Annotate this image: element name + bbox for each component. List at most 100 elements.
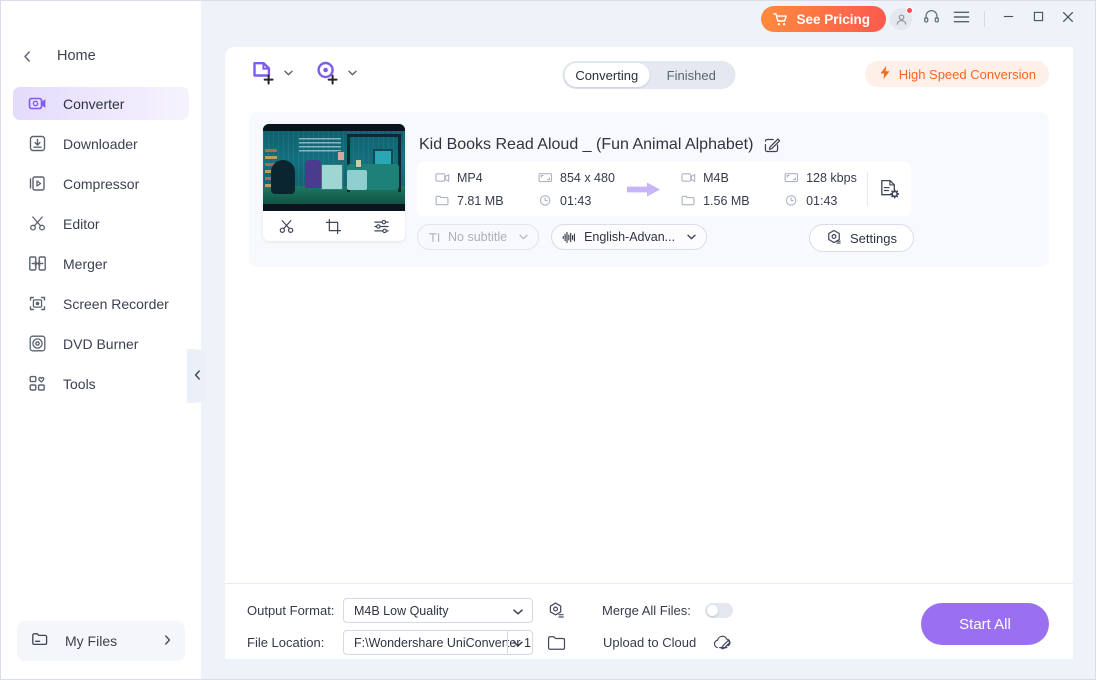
source-resolution-value: 854 x 480 bbox=[560, 170, 615, 185]
effects-icon[interactable] bbox=[373, 218, 390, 235]
merger-icon bbox=[27, 254, 47, 274]
tab-finished[interactable]: Finished bbox=[649, 63, 734, 87]
user-account-icon bbox=[890, 7, 913, 30]
add-disc-icon bbox=[315, 60, 341, 86]
sidebar-collapse-button[interactable] bbox=[171, 349, 207, 403]
chevron-down-icon bbox=[284, 68, 293, 78]
sidebar-item-label: DVD Burner bbox=[63, 335, 139, 352]
resolution-icon bbox=[784, 171, 799, 184]
start-all-button[interactable]: Start All bbox=[921, 603, 1049, 645]
source-duration: 01:43 bbox=[538, 194, 633, 208]
divider bbox=[984, 11, 985, 27]
subtitle-icon bbox=[428, 231, 441, 244]
content-panel: Converting Finished High Speed Conversio… bbox=[225, 47, 1073, 659]
sidebar-item-compressor[interactable]: Compressor bbox=[13, 167, 189, 200]
sidebar-item-label: Compressor bbox=[63, 175, 140, 192]
resolution-icon bbox=[538, 171, 553, 184]
see-pricing-button[interactable]: See Pricing bbox=[761, 6, 886, 32]
video-thumbnail[interactable] bbox=[263, 124, 405, 211]
file-location-value: F:\Wondershare UniConverter 1 bbox=[354, 635, 531, 650]
source-size: 7.81 MB bbox=[435, 194, 530, 208]
edit-pencil-icon[interactable] bbox=[763, 137, 781, 154]
merge-all-files-toggle[interactable] bbox=[704, 603, 733, 618]
tab-converting[interactable]: Converting bbox=[564, 63, 649, 87]
output-format-value: M4B Low Quality bbox=[354, 603, 449, 618]
sidebar-item-tools[interactable]: Tools bbox=[13, 367, 189, 400]
minimize-button[interactable] bbox=[993, 6, 1023, 32]
upload-to-cloud-row[interactable]: Upload to Cloud bbox=[603, 634, 733, 652]
audio-track-select[interactable]: English-Advan... bbox=[551, 224, 708, 250]
video-camera-icon bbox=[435, 171, 450, 184]
conversion-metadata: MP4 854 x 480 7.81 MB 01:43 M4B 128 kbps… bbox=[417, 162, 911, 216]
sidebar-item-downloader[interactable]: Downloader bbox=[13, 127, 189, 160]
video-camera-icon bbox=[681, 171, 696, 184]
cloud-upload-icon[interactable] bbox=[712, 634, 733, 652]
sidebar-item-label: Merger bbox=[63, 255, 108, 272]
target-bitrate: 128 kbps bbox=[784, 171, 879, 185]
trim-icon[interactable] bbox=[278, 218, 295, 235]
output-format-select[interactable]: M4B Low Quality bbox=[343, 598, 533, 623]
arrow-right-icon bbox=[625, 181, 663, 198]
audio-wave-icon bbox=[562, 231, 577, 244]
crop-icon[interactable] bbox=[325, 218, 342, 235]
main-area: See Pricing Converting Finished High Spe… bbox=[201, 1, 1095, 679]
source-duration-value: 01:43 bbox=[560, 193, 592, 208]
headset-icon bbox=[923, 8, 940, 30]
settings-target-icon bbox=[826, 229, 842, 248]
my-files-button[interactable]: My Files bbox=[17, 621, 185, 661]
high-speed-label: High Speed Conversion bbox=[898, 66, 1036, 82]
sidebar-item-dvd-burner[interactable]: DVD Burner bbox=[13, 327, 189, 360]
sidebar-item-label: Tools bbox=[63, 375, 96, 392]
home-nav[interactable]: Home bbox=[1, 39, 201, 73]
sidebar-item-editor[interactable]: Editor bbox=[13, 207, 189, 240]
folder-icon bbox=[31, 630, 49, 653]
merge-all-files-row: Merge All Files: bbox=[602, 603, 733, 618]
sidebar-item-label: Converter bbox=[63, 95, 125, 112]
sidebar-item-label: Downloader bbox=[63, 135, 138, 152]
settings-button[interactable]: Settings bbox=[809, 224, 914, 252]
sidebar-item-screen-recorder[interactable]: Screen Recorder bbox=[13, 287, 189, 320]
target-duration-value: 01:43 bbox=[806, 193, 838, 208]
track-selectors: No subtitle English-Advan... bbox=[417, 224, 708, 250]
account-button[interactable] bbox=[886, 6, 916, 32]
compressor-icon bbox=[27, 174, 47, 194]
tools-grid-icon bbox=[27, 374, 47, 394]
chevron-down-icon bbox=[519, 232, 528, 242]
disc-icon bbox=[27, 334, 47, 354]
folder-icon bbox=[681, 194, 696, 207]
chevron-down-icon bbox=[687, 232, 696, 242]
home-label: Home bbox=[57, 48, 96, 64]
source-metadata: MP4 854 x 480 7.81 MB 01:43 bbox=[435, 171, 625, 208]
menu-button[interactable] bbox=[946, 6, 976, 32]
add-files-button[interactable] bbox=[251, 60, 293, 86]
folder-icon bbox=[435, 194, 450, 207]
file-title: Kid Books Read Aloud _ (Fun Animal Alpha… bbox=[419, 136, 754, 153]
folder-open-icon[interactable] bbox=[547, 634, 567, 652]
high-speed-conversion-button[interactable]: High Speed Conversion bbox=[864, 61, 1049, 87]
title-bar: See Pricing bbox=[201, 1, 1095, 37]
support-button[interactable] bbox=[916, 6, 946, 32]
target-bitrate-value: 128 kbps bbox=[806, 170, 857, 185]
add-disc-button[interactable] bbox=[315, 60, 357, 86]
target-format: M4B bbox=[681, 171, 776, 185]
maximize-button[interactable] bbox=[1023, 6, 1053, 32]
close-button[interactable] bbox=[1053, 6, 1083, 32]
chevron-down-icon bbox=[513, 599, 523, 622]
maximize-icon bbox=[1032, 10, 1045, 28]
chevron-left-icon bbox=[23, 50, 37, 62]
thumbnail-tools bbox=[263, 211, 405, 241]
subtitle-value: No subtitle bbox=[448, 230, 508, 244]
subtitle-select[interactable]: No subtitle bbox=[417, 224, 540, 250]
toggle-knob bbox=[706, 605, 718, 616]
file-card: Kid Books Read Aloud _ (Fun Animal Alpha… bbox=[249, 112, 1049, 267]
sidebar-item-converter[interactable]: Converter bbox=[13, 87, 189, 120]
file-location-select[interactable]: F:\Wondershare UniConverter 1 bbox=[343, 630, 533, 655]
start-all-label: Start All bbox=[959, 615, 1011, 633]
see-pricing-label: See Pricing bbox=[796, 11, 870, 27]
document-gear-icon[interactable] bbox=[868, 177, 911, 202]
merge-label: Merge All Files: bbox=[602, 603, 691, 618]
format-settings-icon[interactable] bbox=[547, 601, 566, 620]
file-title-row: Kid Books Read Aloud _ (Fun Animal Alpha… bbox=[419, 136, 781, 154]
sidebar-item-merger[interactable]: Merger bbox=[13, 247, 189, 280]
output-format-label: Output Format: bbox=[247, 603, 335, 618]
